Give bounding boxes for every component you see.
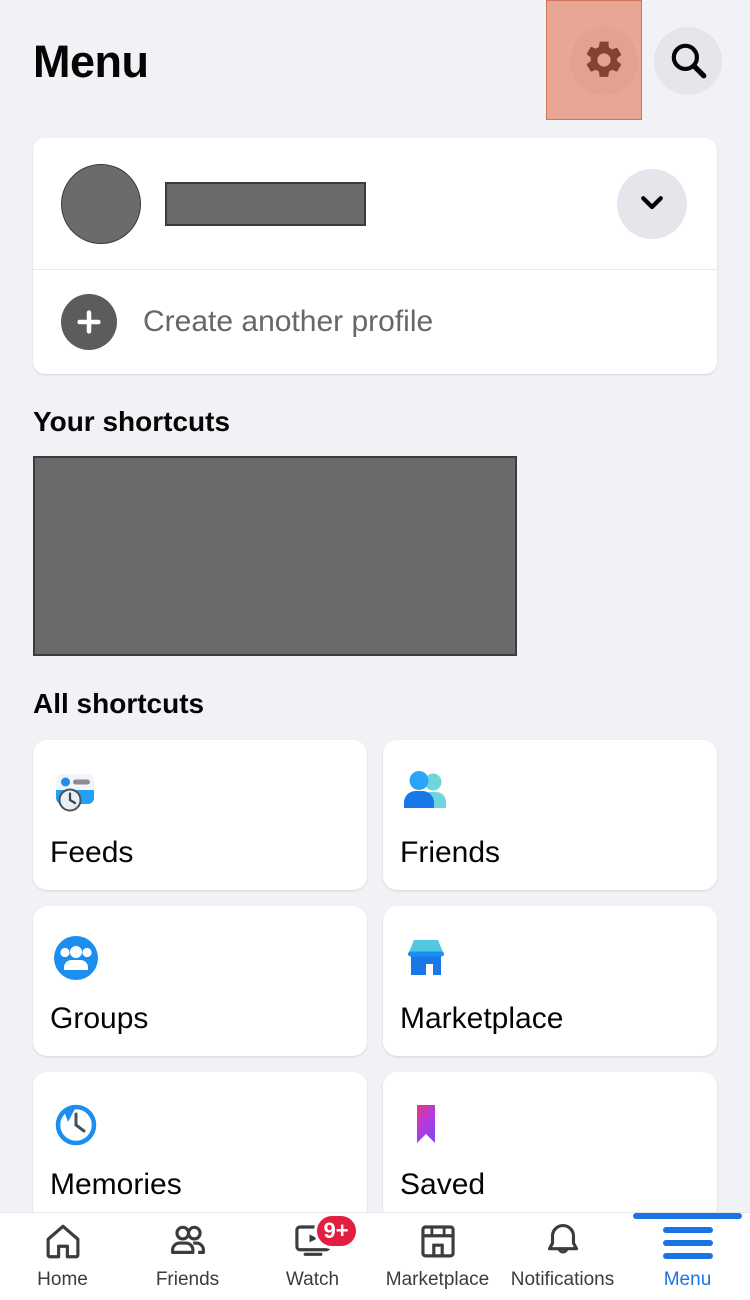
- all-shortcuts-title: All shortcuts: [33, 688, 205, 719]
- feeds-icon: [50, 766, 102, 818]
- friends-icon: [400, 766, 452, 818]
- create-another-profile-row[interactable]: Create another profile: [33, 270, 717, 374]
- nav-label: Menu: [663, 1269, 712, 1290]
- nav-label: Friends: [155, 1269, 220, 1290]
- home-icon: [42, 1220, 84, 1267]
- expand-profiles-button[interactable]: [617, 168, 687, 239]
- gear-icon: [582, 38, 626, 85]
- shortcut-label: Friends: [400, 836, 501, 869]
- nav-item-friends[interactable]: Friends: [125, 1213, 250, 1300]
- header-actions: [570, 27, 722, 95]
- nav-label: Home: [37, 1269, 88, 1290]
- friends-icon-wrap: [167, 1223, 209, 1263]
- shortcut-tile-friends[interactable]: Friends: [383, 740, 717, 890]
- search-icon: [667, 39, 709, 84]
- saved-icon: [400, 1098, 452, 1150]
- plus-icon: [61, 294, 117, 350]
- nav-label: Marketplace: [385, 1269, 490, 1290]
- nav-item-watch[interactable]: 9+ Watch: [250, 1213, 375, 1300]
- settings-button[interactable]: [570, 27, 638, 95]
- profile-row[interactable]: [33, 138, 717, 270]
- shortcut-label: Saved: [400, 1168, 486, 1201]
- hamburger-icon-wrap: [662, 1223, 713, 1263]
- shortcut-tile-memories[interactable]: Memories: [33, 1072, 367, 1222]
- your-shortcuts-redaction: [33, 456, 517, 656]
- nav-label: Watch: [285, 1269, 340, 1290]
- active-tab-indicator: [633, 1213, 742, 1219]
- shortcut-tile-marketplace[interactable]: Marketplace: [383, 906, 717, 1056]
- shortcut-label: Marketplace: [400, 1002, 564, 1035]
- profile-name-redaction: [165, 181, 366, 226]
- nav-label: Notifications: [510, 1269, 615, 1290]
- friends-icon: [167, 1220, 209, 1267]
- profile-card: Create another profile: [33, 138, 717, 374]
- nav-item-menu[interactable]: Menu: [625, 1213, 750, 1300]
- marketplace-icon: [400, 932, 452, 984]
- nav-item-home[interactable]: Home: [0, 1213, 125, 1300]
- search-button[interactable]: [654, 27, 722, 95]
- page-title: Menu: [33, 35, 149, 87]
- home-icon-wrap: [42, 1223, 84, 1263]
- marketplace-icon: [417, 1220, 459, 1267]
- bell-icon: [542, 1220, 584, 1267]
- bell-icon-wrap: [542, 1223, 584, 1263]
- bottom-navigation: Home Friends 9+ Watch Marketplace Notifi…: [0, 1212, 750, 1300]
- shortcut-tile-feeds[interactable]: Feeds: [33, 740, 367, 890]
- nav-item-notifications[interactable]: Notifications: [500, 1213, 625, 1300]
- shortcut-label: Groups: [50, 1002, 149, 1035]
- shortcut-tile-groups[interactable]: Groups: [33, 906, 367, 1056]
- page-header: Menu: [0, 0, 750, 122]
- shortcut-tile-saved[interactable]: Saved: [383, 1072, 717, 1222]
- marketplace-icon-wrap: [417, 1223, 459, 1263]
- your-shortcuts-title: Your shortcuts: [33, 406, 231, 437]
- watch-icon-wrap: 9+: [292, 1213, 359, 1263]
- nav-item-marketplace[interactable]: Marketplace: [375, 1213, 500, 1300]
- shortcut-label: Feeds: [50, 836, 134, 869]
- watch-badge: 9+: [313, 1213, 359, 1249]
- all-shortcuts-grid: Feeds Friends Groups Marketplace Memorie…: [33, 740, 717, 1222]
- groups-icon: [50, 932, 102, 984]
- chevron-down-icon: [637, 187, 667, 220]
- avatar: [61, 163, 141, 244]
- shortcut-label: Memories: [50, 1168, 182, 1201]
- memories-icon: [50, 1098, 102, 1150]
- create-another-profile-label: Create another profile: [143, 305, 434, 338]
- hamburger-icon: [662, 1227, 713, 1259]
